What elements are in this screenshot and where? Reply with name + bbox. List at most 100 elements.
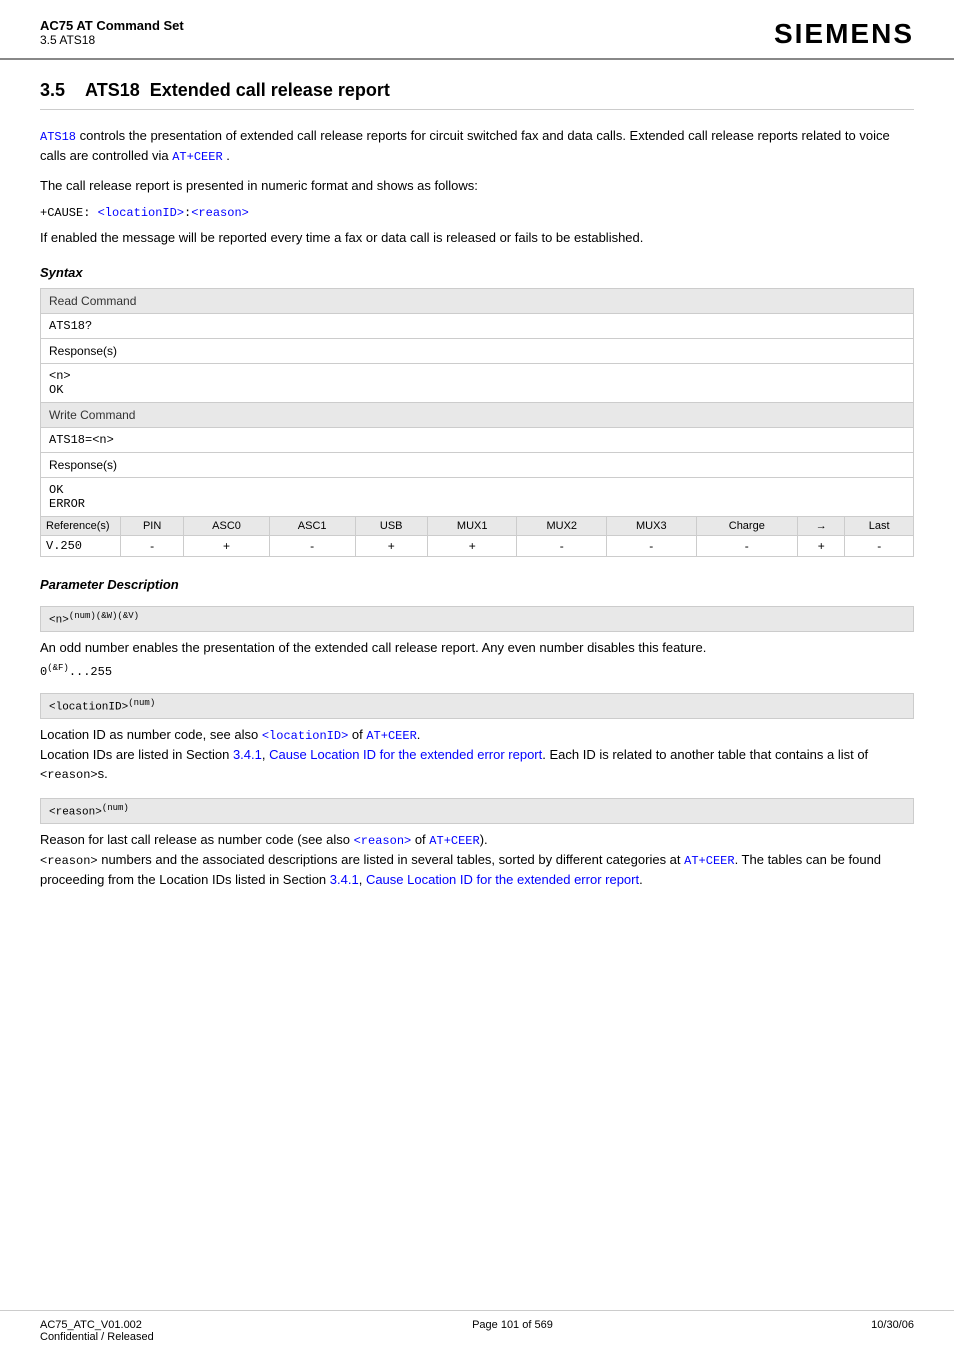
para2: The call release report is presented in … xyxy=(40,176,914,196)
ref-header-label: Reference(s) xyxy=(41,517,121,536)
write-response-values: OK ERROR xyxy=(41,478,914,517)
para1: ATS18 controls the presentation of exten… xyxy=(40,126,914,166)
ref-col-usb: USB xyxy=(355,517,427,536)
reason-code2: <reason> xyxy=(40,854,98,868)
read-command-row: ATS18? xyxy=(41,314,914,339)
write-resp-error: ERROR xyxy=(49,497,85,511)
footer-center: Page 101 of 569 xyxy=(472,1319,553,1343)
header-title: AC75 AT Command Set xyxy=(40,18,184,33)
ref-v250: V.250 xyxy=(41,536,121,557)
ref-col-mux1: MUX1 xyxy=(427,517,517,536)
atceer-link1[interactable]: AT+CEER xyxy=(172,150,222,164)
param-locationid-desc: Location ID as number code, see also <lo… xyxy=(40,725,914,785)
footer-page: Page 101 of 569 xyxy=(472,1319,553,1331)
read-command-header-row: Read Command xyxy=(41,289,914,314)
section-number: 3.5 xyxy=(40,80,65,101)
param-n-id: <n> xyxy=(49,615,69,627)
write-resp-ok: OK xyxy=(49,483,63,497)
ref-col-mux3: MUX3 xyxy=(607,517,697,536)
read-response-row: <n> OK xyxy=(41,364,914,403)
param-n-range: 0(&F)...255 xyxy=(40,663,914,679)
header-left: AC75 AT Command Set 3.5 ATS18 xyxy=(40,18,184,47)
ref-col-charge: Charge xyxy=(696,517,797,536)
section341-link1[interactable]: 3.4.1 xyxy=(233,747,262,762)
ref-val-asc1: - xyxy=(269,536,355,557)
param-reason-box: <reason>(num) xyxy=(40,798,914,824)
ref-val-asc0: + xyxy=(184,536,270,557)
code-line: +CAUSE: <locationID>:<reason> xyxy=(40,206,914,220)
ref-val-mux2: - xyxy=(517,536,607,557)
ref-val-arrow: + xyxy=(798,536,845,557)
cause-location-link1[interactable]: Cause Location ID for the extended error… xyxy=(269,747,542,762)
param-locationid-id: <locationID> xyxy=(49,702,128,714)
reason-code: <reason> xyxy=(40,768,98,782)
param-n-desc: An odd number enables the presentation o… xyxy=(40,638,914,658)
para3: If enabled the message will be reported … xyxy=(40,228,914,248)
footer: AC75_ATC_V01.002 Confidential / Released… xyxy=(0,1310,954,1351)
param-reason-sup: (num) xyxy=(102,803,129,813)
read-resp-n: <n> xyxy=(49,369,71,383)
reason-link2[interactable]: <reason> xyxy=(354,834,412,848)
atceer-link2[interactable]: AT+CEER xyxy=(366,729,416,743)
footer-right: 10/30/06 xyxy=(871,1319,914,1343)
ref-val-usb: + xyxy=(355,536,427,557)
write-command-header-row: Write Command xyxy=(41,403,914,428)
ref-val-charge: - xyxy=(696,536,797,557)
atceer-link3[interactable]: AT+CEER xyxy=(429,834,479,848)
param-reason-desc: Reason for last call release as number c… xyxy=(40,830,914,890)
locationid-link[interactable]: <locationID> xyxy=(262,729,348,743)
footer-date: 10/30/06 xyxy=(871,1319,914,1331)
section341-link2[interactable]: 3.4.1 xyxy=(330,872,359,887)
write-response-label: Response(s) xyxy=(41,453,914,478)
ref-val-pin: - xyxy=(121,536,184,557)
param-locationid-box: <locationID>(num) xyxy=(40,693,914,719)
read-resp-ok: OK xyxy=(49,383,63,397)
section-desc: Extended call release report xyxy=(150,80,390,100)
param-n-box: <n>(num)(&W)(&V) xyxy=(40,606,914,632)
location-id-link[interactable]: <locationID> xyxy=(98,206,184,220)
ref-val-last: - xyxy=(845,536,914,557)
footer-doc-id: AC75_ATC_V01.002 xyxy=(40,1319,154,1331)
ref-val-mux1: + xyxy=(427,536,517,557)
write-command-value: ATS18=<n> xyxy=(41,428,914,453)
section-command: ATS18 xyxy=(85,80,140,100)
header-logo: SIEMENS xyxy=(774,18,914,50)
param-n-range-sup: (&F) xyxy=(47,663,69,673)
read-response-label: Response(s) xyxy=(41,339,914,364)
ref-col-mux2: MUX2 xyxy=(517,517,607,536)
ref-value-row: V.250 - + - + + - - - + - xyxy=(41,536,914,557)
section-title: ATS18 Extended call release report xyxy=(85,80,390,101)
cause-location-link2[interactable]: Cause Location ID for the extended error… xyxy=(366,872,639,887)
para1-end: . xyxy=(226,148,230,163)
read-response-label-row: Response(s) xyxy=(41,339,914,364)
footer-left: AC75_ATC_V01.002 Confidential / Released xyxy=(40,1319,154,1343)
read-command-value: ATS18? xyxy=(41,314,914,339)
section-heading: 3.5 ATS18 Extended call release report xyxy=(40,80,914,110)
param-desc-heading: Parameter Description xyxy=(40,577,914,592)
param-reason-id: <reason> xyxy=(49,807,102,819)
param-locationid-sup: (num) xyxy=(128,698,155,708)
reason-link[interactable]: <reason> xyxy=(191,206,249,220)
syntax-table: Read Command ATS18? Response(s) <n> OK W… xyxy=(40,288,914,557)
read-response-values: <n> OK xyxy=(41,364,914,403)
ref-header-row: Reference(s) PIN ASC0 ASC1 USB MUX1 MUX2… xyxy=(41,517,914,536)
ref-col-asc1: ASC1 xyxy=(269,517,355,536)
footer-status: Confidential / Released xyxy=(40,1331,154,1343)
write-response-row: OK ERROR xyxy=(41,478,914,517)
ref-col-arrow: → xyxy=(798,517,845,536)
ref-col-last: Last xyxy=(845,517,914,536)
write-response-label-row: Response(s) xyxy=(41,453,914,478)
syntax-heading: Syntax xyxy=(40,265,914,280)
write-command-label: Write Command xyxy=(41,403,914,428)
content: 3.5 ATS18 Extended call release report A… xyxy=(0,60,954,955)
atceer-link4[interactable]: AT+CEER xyxy=(684,854,734,868)
page-wrapper: AC75 AT Command Set 3.5 ATS18 SIEMENS 3.… xyxy=(0,0,954,1351)
ref-col-pin: PIN xyxy=(121,517,184,536)
ats18-link1[interactable]: ATS18 xyxy=(40,130,76,144)
ref-val-mux3: - xyxy=(607,536,697,557)
param-n-sup: (num)(&W)(&V) xyxy=(69,611,139,621)
write-command-row: ATS18=<n> xyxy=(41,428,914,453)
header: AC75 AT Command Set 3.5 ATS18 SIEMENS xyxy=(0,0,954,60)
ref-col-asc0: ASC0 xyxy=(184,517,270,536)
para1-text: controls the presentation of extended ca… xyxy=(40,128,890,163)
